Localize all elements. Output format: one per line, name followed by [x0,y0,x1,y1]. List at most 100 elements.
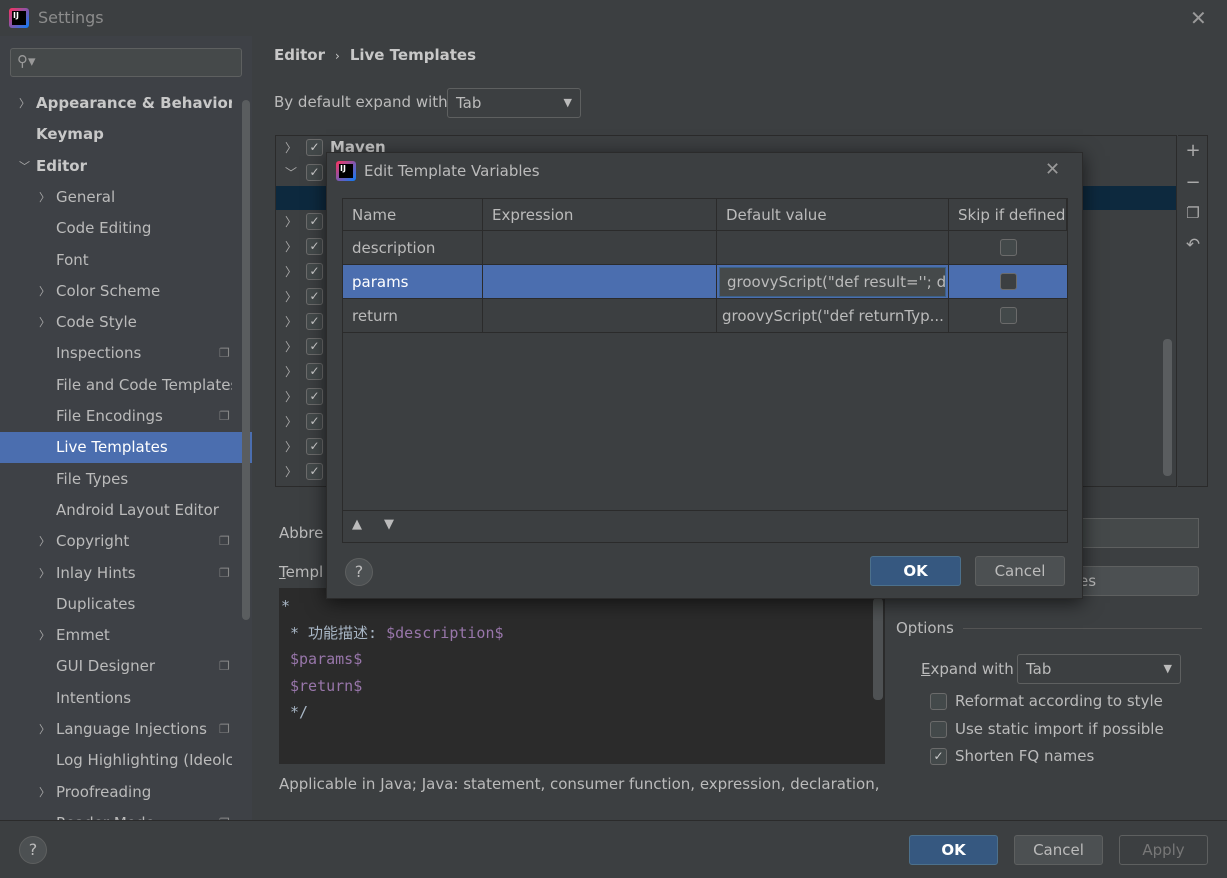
sidebar-item-appearance-behavior[interactable]: 〉 Appearance & Behavior [0,88,252,119]
chevron-right-icon[interactable]: 〉 [285,463,297,480]
variable-default-value[interactable]: groovyScript("def returnTyp... [717,299,949,332]
default-value-input[interactable]: groovyScript("def result=''; de [719,267,946,297]
variable-row-params[interactable]: params groovyScript("def result=''; de [343,265,1067,299]
sidebar-item-android-layout-editor[interactable]: Android Layout Editor [0,495,252,526]
chevron-right-icon[interactable]: 〉 [39,182,50,213]
sidebar-item-reader-mode[interactable]: Reader Mode❐ [0,808,252,820]
chevron-right-icon[interactable]: 〉 [285,363,297,380]
dialog-ok-button[interactable]: OK [870,556,961,586]
chevron-right-icon[interactable]: 〉 [285,438,297,455]
tree-checkbox[interactable]: ✓ [306,213,323,230]
sidebar-item-file-and-code-templates[interactable]: File and Code Templates [0,370,252,401]
shorten-fq-names-checkbox[interactable]: ✓ [930,748,947,765]
variable-expression[interactable] [483,299,717,332]
tree-checkbox[interactable]: ✓ [306,413,323,430]
reformat-according-to-style-checkbox[interactable] [930,693,947,710]
template-text-editor[interactable]: * * 功能描述: $description$ $params$ $return$ *… [279,588,885,764]
variable-row-return[interactable]: return groovyScript("def returnTyp... [343,299,1067,333]
sidebar-item-duplicates[interactable]: Duplicates [0,589,252,620]
help-button[interactable]: ? [19,836,47,864]
tree-checkbox[interactable]: ✓ [306,139,323,156]
sidebar-item-general[interactable]: 〉 General [0,182,252,213]
column-header-default-value[interactable]: Default value [717,199,949,230]
chevron-down-icon[interactable]: ﹀ [285,164,297,181]
sidebar-item-font[interactable]: Font [0,245,252,276]
sidebar-item-copyright[interactable]: 〉 Copyright ❐ [0,526,252,557]
remove-icon[interactable]: − [1182,172,1204,193]
column-header-skip-if-defined[interactable]: Skip if defined [949,199,1067,230]
chevron-right-icon[interactable]: 〉 [285,313,297,330]
tree-checkbox[interactable]: ✓ [306,313,323,330]
skip-if-defined-checkbox[interactable] [1000,239,1017,256]
sidebar-item-live-templates[interactable]: Live Templates [0,432,252,464]
tree-checkbox[interactable]: ✓ [306,388,323,405]
chevron-right-icon[interactable]: 〉 [285,263,297,280]
reformat-according-to-style-label[interactable]: Reformat according to style [955,692,1163,710]
abbreviation-input[interactable] [1075,518,1199,548]
shorten-fq-names-label[interactable]: Shorten FQ names [955,747,1094,765]
sidebar-scrollbar[interactable] [242,100,250,620]
dialog-help-button[interactable]: ? [345,558,373,586]
move-up-icon[interactable]: ▲ [352,517,362,532]
tree-checkbox[interactable]: ✓ [306,164,323,181]
tree-checkbox[interactable]: ✓ [306,338,323,355]
sidebar-item-color-scheme[interactable]: 〉 Color Scheme [0,276,252,307]
tree-checkbox[interactable]: ✓ [306,438,323,455]
chevron-right-icon[interactable]: 〉 [39,714,50,745]
variable-name[interactable]: return [343,299,483,332]
sidebar-item-editor[interactable]: ﹀ Editor [0,151,252,182]
chevron-right-icon[interactable]: 〉 [285,238,297,255]
expand-with-select[interactable]: Tab ▼ [1017,654,1181,684]
close-icon[interactable]: ✕ [1190,6,1207,30]
chevron-right-icon[interactable]: 〉 [285,338,297,355]
edit-variables-button[interactable]: es [1070,566,1199,596]
tree-checkbox[interactable]: ✓ [306,288,323,305]
sidebar-item-inspections[interactable]: Inspections ❐ [0,338,252,369]
column-header-expression[interactable]: Expression [483,199,717,230]
undo-icon[interactable]: ↶ [1182,235,1204,255]
tree-checkbox[interactable]: ✓ [306,263,323,280]
cancel-button[interactable]: Cancel [1014,835,1103,865]
sidebar-item-intentions[interactable]: Intentions [0,683,252,714]
breadcrumb-editor[interactable]: Editor [274,46,325,64]
sidebar-item-inlay-hints[interactable]: 〉 Inlay Hints ❐ [0,558,252,589]
variable-name[interactable]: params [343,265,483,298]
chevron-right-icon[interactable]: 〉 [39,307,50,338]
chevron-right-icon[interactable]: 〉 [39,620,50,651]
use-static-import-if-possible-label[interactable]: Use static import if possible [955,720,1164,738]
editor-scrollbar[interactable] [873,598,883,700]
sidebar-item-keymap[interactable]: Keymap [0,119,252,150]
sidebar-item-file-types[interactable]: File Types [0,464,252,495]
sidebar-item-language-injections[interactable]: 〉 Language Injections ❐ [0,714,252,745]
variable-name[interactable]: description [343,231,483,264]
tree-checkbox[interactable]: ✓ [306,463,323,480]
expand-default-select[interactable]: Tab ▼ [447,88,581,118]
sidebar-item-proofreading[interactable]: 〉 Proofreading [0,777,252,808]
tree-checkbox[interactable]: ✓ [306,363,323,380]
sidebar-item-file-encodings[interactable]: File Encodings ❐ [0,401,252,432]
chevron-right-icon[interactable]: 〉 [285,388,297,405]
chevron-down-icon[interactable]: ﹀ [19,151,30,182]
sidebar-item-gui-designer[interactable]: GUI Designer ❐ [0,651,252,682]
skip-if-defined-checkbox[interactable] [1000,273,1017,290]
applicable-context[interactable]: Applicable in Java; Java: statement, con… [279,775,885,793]
chevron-right-icon[interactable]: 〉 [285,413,297,430]
chevron-right-icon[interactable]: 〉 [39,558,50,589]
use-static-import-if-possible-checkbox[interactable] [930,720,947,738]
dialog-cancel-button[interactable]: Cancel [975,556,1065,586]
chevron-right-icon[interactable]: 〉 [285,213,297,230]
variable-expression[interactable] [483,231,717,264]
column-header-name[interactable]: Name [343,199,483,230]
chevron-right-icon[interactable]: 〉 [19,88,30,119]
dialog-close-icon[interactable]: ✕ [1045,159,1060,180]
ok-button[interactable]: OK [909,835,998,865]
variable-default-value[interactable] [717,231,949,264]
sidebar-item-code-style[interactable]: 〉 Code Style [0,307,252,338]
chevron-right-icon[interactable]: 〉 [39,777,50,808]
variable-row-description[interactable]: description [343,231,1067,265]
chevron-right-icon[interactable]: 〉 [285,288,297,305]
tree-checkbox[interactable]: ✓ [306,238,323,255]
move-down-icon[interactable]: ▼ [384,517,394,532]
chevron-right-icon[interactable]: 〉 [39,276,50,307]
sidebar-item-code-editing[interactable]: Code Editing [0,213,252,244]
